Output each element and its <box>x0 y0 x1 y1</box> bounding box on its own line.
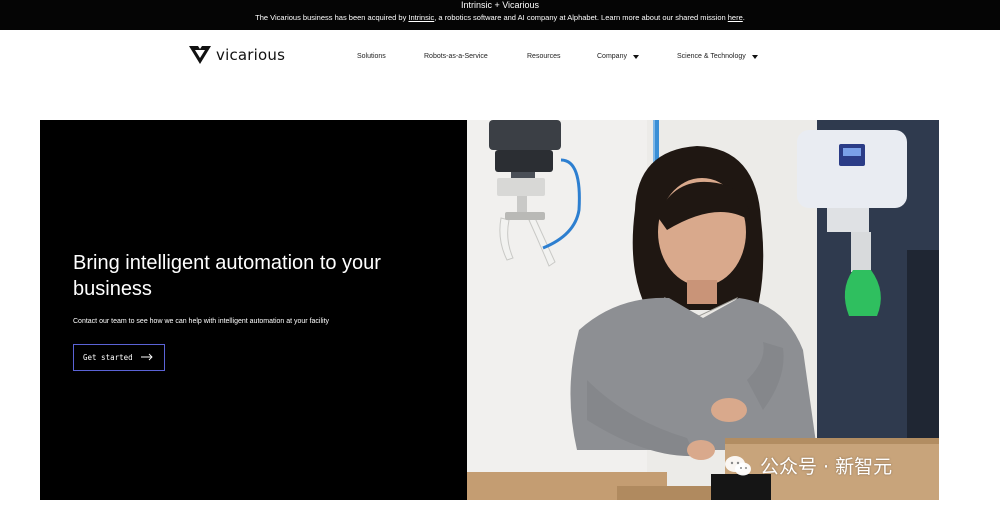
wechat-icon <box>725 455 751 475</box>
nav-item-label: Company <box>597 53 627 60</box>
nav-item-label: Science & Technology <box>677 53 746 60</box>
banner-text-after: . <box>742 13 745 22</box>
nav-item-company[interactable]: Company <box>597 53 639 60</box>
top-navigation: vicarious Solutions Robots-as-a-Service … <box>0 30 1000 88</box>
banner-title: Intrinsic + Vicarious <box>460 0 540 10</box>
nav-item-resources[interactable]: Resources <box>527 53 560 60</box>
logo-text: vicarious <box>216 46 286 64</box>
watermark-text: 公众号 · 新智元 <box>760 456 893 478</box>
get-started-button[interactable]: Get started <box>73 344 165 371</box>
nav-item-robots-as-a-service[interactable]: Robots-as-a-Service <box>424 53 488 60</box>
nav-item-label: Resources <box>527 53 561 60</box>
nav-item-solutions[interactable]: Solutions <box>357 53 386 60</box>
banner-text-middle: , a robotics software and AI company at … <box>434 13 728 22</box>
intrinsic-link[interactable]: Intrinsic <box>408 13 434 22</box>
banner-text-before: The Vicarious business has been acquired… <box>255 13 409 22</box>
hero-image <box>467 120 939 500</box>
vicarious-logo-icon <box>189 46 211 64</box>
hero-subtitle: Contact our team to see how we can help … <box>73 318 330 325</box>
nav-item-science-technology[interactable]: Science & Technology <box>677 53 758 60</box>
hero-title: Bring intelligent automation to your bus… <box>73 252 381 300</box>
chevron-down-icon <box>751 54 758 59</box>
nav-item-label: Robots-as-a-Service <box>424 53 488 60</box>
photo-woman-with-robots-icon <box>467 120 939 500</box>
hero-section: Bring intelligent automation to your bus… <box>40 120 939 500</box>
banner-text: The Vicarious business has been acquired… <box>0 12 1000 24</box>
nav-item-label: Solutions <box>357 53 386 60</box>
here-link[interactable]: here <box>728 13 743 22</box>
vicarious-logo[interactable]: vicarious <box>188 45 285 65</box>
arrow-right-icon <box>140 353 153 363</box>
announcement-banner: Intrinsic + Vicarious The Vicarious busi… <box>0 0 1000 30</box>
hero-text-panel: Bring intelligent automation to your bus… <box>40 120 467 500</box>
get-started-label: Get started <box>83 353 133 362</box>
chevron-down-icon <box>632 54 639 59</box>
wechat-watermark: 公众号 · 新智元 <box>724 452 892 479</box>
